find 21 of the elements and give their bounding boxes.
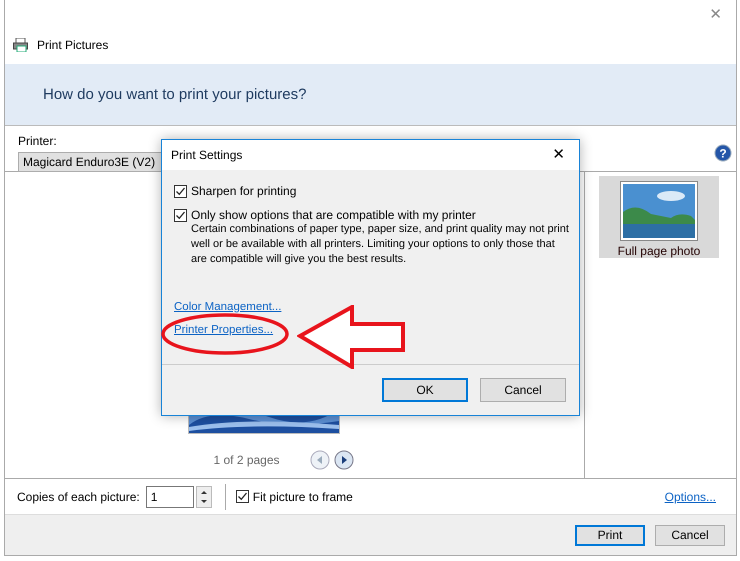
header-question: How do you want to print your pictures? <box>43 86 306 103</box>
page-count: 1 of 2 pages <box>213 453 280 467</box>
dialog-button[interactable]: Print <box>575 524 645 546</box>
copies-label: Copies of each picture: <box>17 490 140 504</box>
options-link[interactable]: Options... <box>664 490 716 504</box>
settings-link[interactable]: Color Management... <box>174 301 282 313</box>
window-title: Print Pictures <box>37 38 108 52</box>
fit-label: Fit picture to frame <box>252 490 353 504</box>
option-description: Certain combinations of paper type, paper size, and print quality may not print well or be available with all printers. Limiting your options to only those that are compatible will give you the best results. <box>191 222 569 267</box>
dialog-button[interactable]: Cancel <box>655 524 725 546</box>
dialog-button[interactable]: Cancel <box>480 378 566 402</box>
layout-option[interactable]: Full page photo <box>599 176 719 258</box>
option-label: Sharpen for printing <box>191 184 296 198</box>
close-button[interactable]: ✕ <box>703 4 728 24</box>
help-icon[interactable]: ? <box>714 144 732 162</box>
layout-label: Full page photo <box>618 244 700 258</box>
option-label: Only show options that are compatible with my printer <box>191 208 477 222</box>
dialog-button[interactable]: OK <box>382 378 468 402</box>
copies-field[interactable]: 1 <box>146 486 194 508</box>
close-button[interactable]: ✕ <box>546 144 571 164</box>
printer-label: Printer: <box>18 134 58 148</box>
